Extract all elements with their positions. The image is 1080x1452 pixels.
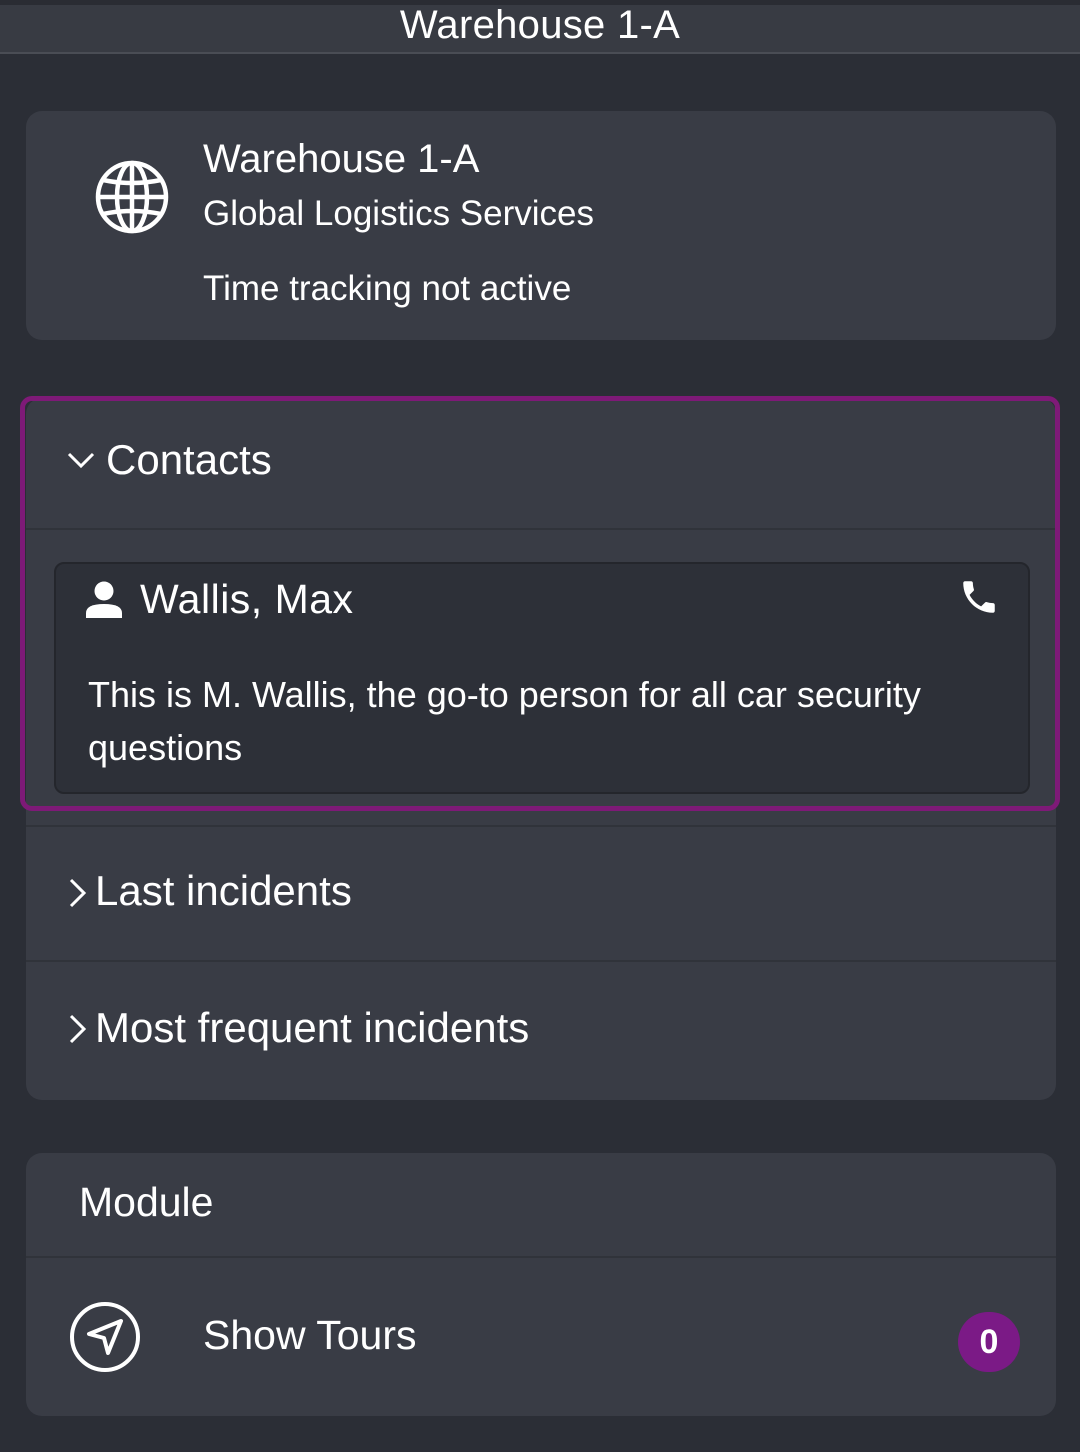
time-tracking-status: Time tracking not active bbox=[203, 269, 572, 308]
accordion-contacts-header[interactable]: Contacts bbox=[26, 398, 1056, 530]
tours-count-badge: 0 bbox=[958, 1312, 1020, 1372]
globe-icon bbox=[95, 160, 169, 234]
accordion-frequent-incidents-label: Most frequent incidents bbox=[95, 1004, 530, 1051]
person-icon bbox=[86, 581, 122, 618]
info-accordion: Contacts Wallis, Max This is M. Wallis, … bbox=[20, 396, 1060, 1100]
chevron-right-icon bbox=[69, 1014, 87, 1044]
contact-description: This is M. Wallis, the go-to person for … bbox=[88, 674, 921, 768]
module-card: Module Show Tours 0 bbox=[26, 1153, 1056, 1416]
page-title: Warehouse 1-A bbox=[399, 3, 681, 47]
module-title: Module bbox=[79, 1179, 214, 1225]
module-header: Module bbox=[26, 1153, 1056, 1258]
show-tours-item[interactable]: Show Tours 0 bbox=[26, 1258, 1056, 1416]
contact-card[interactable]: Wallis, Max This is M. Wallis, the go-to… bbox=[54, 562, 1030, 794]
phone-icon[interactable] bbox=[958, 576, 1000, 618]
accordion-last-incidents-header[interactable]: Last incidents bbox=[26, 825, 1056, 962]
top-bar: Warehouse 1-A bbox=[0, 0, 1080, 54]
site-title: Warehouse 1-A bbox=[203, 137, 480, 181]
site-card: Warehouse 1-A Global Logistics Services … bbox=[26, 111, 1056, 340]
site-subtitle: Global Logistics Services bbox=[203, 194, 594, 233]
accordion-last-incidents-label: Last incidents bbox=[95, 867, 352, 914]
show-tours-label: Show Tours bbox=[203, 1312, 417, 1358]
accordion-frequent-incidents-header[interactable]: Most frequent incidents bbox=[26, 964, 1056, 1100]
navigation-arrow-icon bbox=[70, 1302, 140, 1372]
chevron-down-icon bbox=[67, 452, 95, 469]
accordion-contacts-label: Contacts bbox=[106, 436, 272, 483]
contact-name: Wallis, Max bbox=[140, 576, 354, 622]
chevron-right-icon bbox=[69, 878, 87, 908]
